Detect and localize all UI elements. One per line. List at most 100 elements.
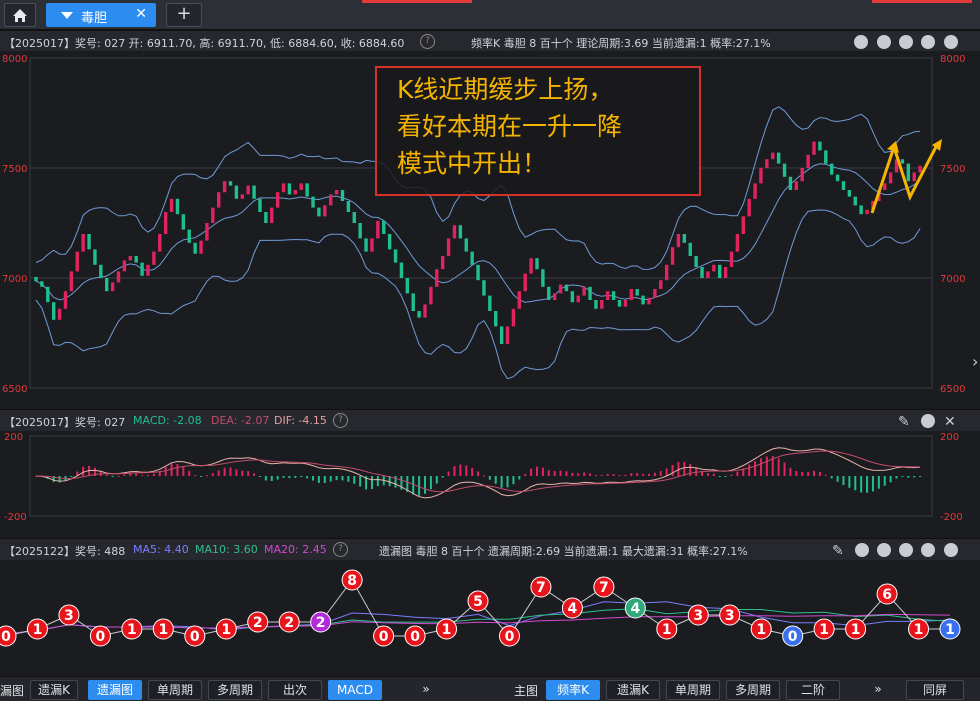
macd-chart[interactable]: -200 -200 200 200 bbox=[0, 431, 980, 536]
settings-icon[interactable] bbox=[921, 543, 935, 557]
candle bbox=[405, 278, 410, 294]
candle bbox=[600, 300, 604, 309]
candle bbox=[788, 176, 793, 190]
macd-bar bbox=[300, 476, 303, 478]
macd-bar bbox=[724, 476, 727, 477]
down-icon[interactable] bbox=[921, 35, 935, 49]
bottom-right-button[interactable]: 同屏 bbox=[906, 680, 964, 700]
macd-bar bbox=[559, 470, 562, 476]
candle bbox=[735, 234, 740, 252]
macd-bar bbox=[518, 476, 521, 480]
macd-bar bbox=[736, 471, 739, 476]
home-icon bbox=[13, 9, 27, 22]
candle bbox=[317, 207, 321, 217]
miss-chart[interactable]: 0 130 1 1 0 1 2 2 280 0 150747413 31 0 1 161 1 bbox=[0, 560, 980, 676]
pin-icon[interactable]: ✎ bbox=[832, 543, 844, 559]
bottom-right-button[interactable]: 遗漏K bbox=[606, 680, 660, 700]
candle bbox=[246, 185, 250, 195]
bottom-right-button[interactable]: » bbox=[858, 680, 898, 698]
settings-icon[interactable] bbox=[944, 35, 958, 49]
macd-bar bbox=[836, 476, 839, 482]
settings-icon[interactable] bbox=[921, 414, 935, 428]
macd-bar bbox=[813, 470, 816, 476]
candle bbox=[499, 326, 504, 344]
candle bbox=[653, 289, 657, 298]
up-icon[interactable] bbox=[877, 543, 891, 557]
bottom-right-button[interactable]: 单周期 bbox=[666, 680, 720, 700]
help-icon[interactable]: ? bbox=[333, 542, 348, 557]
macd-bar bbox=[217, 470, 220, 476]
dea-value: DEA: -2.07 bbox=[211, 414, 270, 427]
down-icon[interactable] bbox=[899, 543, 913, 557]
bottom-left-button[interactable]: 出次 bbox=[268, 680, 322, 700]
candle bbox=[435, 269, 439, 287]
macd-bar bbox=[70, 476, 73, 477]
miss-prefix: 【2025122】奖号: 488 bbox=[4, 545, 126, 558]
candle bbox=[211, 207, 215, 223]
macd-bar bbox=[659, 471, 662, 476]
bottom-left-button[interactable]: 遗漏图 bbox=[88, 680, 142, 700]
help-icon[interactable]: ? bbox=[333, 413, 348, 428]
back-icon[interactable] bbox=[877, 35, 891, 49]
home-button[interactable] bbox=[4, 3, 36, 27]
macd-bar bbox=[235, 469, 238, 476]
help-icon[interactable]: ? bbox=[420, 34, 435, 49]
candle bbox=[99, 264, 103, 278]
bottom-right-button[interactable]: 多周期 bbox=[726, 680, 780, 700]
candle bbox=[452, 225, 457, 239]
miss-point-label: 1 bbox=[127, 622, 137, 638]
candle bbox=[446, 238, 451, 256]
candle bbox=[806, 154, 810, 168]
miss-point-label: 0 bbox=[505, 629, 515, 645]
close-tab-icon[interactable]: ✕ bbox=[135, 6, 147, 22]
y-tick-label: -200 bbox=[940, 512, 963, 523]
price-stats: 频率K 毒胆 8 百十个 理论周期:3.69 当前遗漏:1 概率:27.1% bbox=[471, 37, 771, 50]
bottom-left-button[interactable]: MACD bbox=[328, 680, 382, 700]
y-tick-label: 8000 bbox=[940, 54, 965, 65]
pin-icon[interactable]: ✎ bbox=[898, 414, 910, 430]
candle bbox=[187, 229, 191, 243]
macd-bar bbox=[642, 474, 645, 476]
candle bbox=[46, 286, 50, 303]
candle bbox=[399, 262, 404, 278]
settings-icon[interactable] bbox=[855, 543, 869, 557]
chevron-right-icon[interactable]: › bbox=[972, 352, 978, 371]
up-icon[interactable] bbox=[899, 35, 913, 49]
macd-bar bbox=[105, 474, 108, 476]
candle bbox=[552, 293, 557, 300]
macd-bar bbox=[170, 463, 173, 476]
macd-bar bbox=[689, 463, 692, 476]
candle bbox=[647, 297, 651, 305]
bottom-right-button[interactable]: 二阶 bbox=[786, 680, 840, 700]
candle bbox=[175, 198, 180, 215]
miss-panel: 0130110122280015074741331011611 bbox=[0, 560, 980, 676]
candle bbox=[718, 264, 722, 278]
macd-bar bbox=[494, 476, 497, 484]
candle bbox=[57, 308, 62, 320]
top-accent-strip bbox=[362, 0, 472, 3]
bottom-left-button[interactable]: 遗漏K bbox=[30, 680, 78, 700]
macd-bar bbox=[718, 476, 721, 477]
macd-value: MACD: -2.08 bbox=[133, 414, 202, 427]
miss-point-label: 1 bbox=[945, 622, 955, 638]
draw-tool-icon[interactable] bbox=[854, 35, 868, 49]
candle bbox=[81, 234, 85, 252]
bottom-left-button[interactable]: 单周期 bbox=[148, 680, 202, 700]
macd-bar bbox=[901, 476, 904, 477]
macd-bar bbox=[247, 471, 250, 476]
candle bbox=[240, 194, 244, 199]
close-icon[interactable] bbox=[944, 543, 958, 557]
tab-dudan[interactable]: 毒胆 ✕ bbox=[46, 3, 156, 27]
candle bbox=[423, 304, 427, 318]
add-tab-button[interactable]: + bbox=[166, 3, 202, 27]
trend-arrow bbox=[870, 142, 940, 214]
macd-bar bbox=[600, 475, 603, 477]
candle bbox=[69, 271, 74, 292]
close-icon[interactable]: ✕ bbox=[944, 414, 956, 430]
macd-bar bbox=[630, 473, 633, 476]
bottom-left-button[interactable]: 多周期 bbox=[208, 680, 262, 700]
bottom-left-button[interactable]: » bbox=[406, 680, 446, 698]
miss-point-label: 2 bbox=[284, 615, 294, 631]
macd-bar bbox=[176, 463, 179, 476]
bottom-right-button[interactable]: 频率K bbox=[546, 680, 600, 700]
